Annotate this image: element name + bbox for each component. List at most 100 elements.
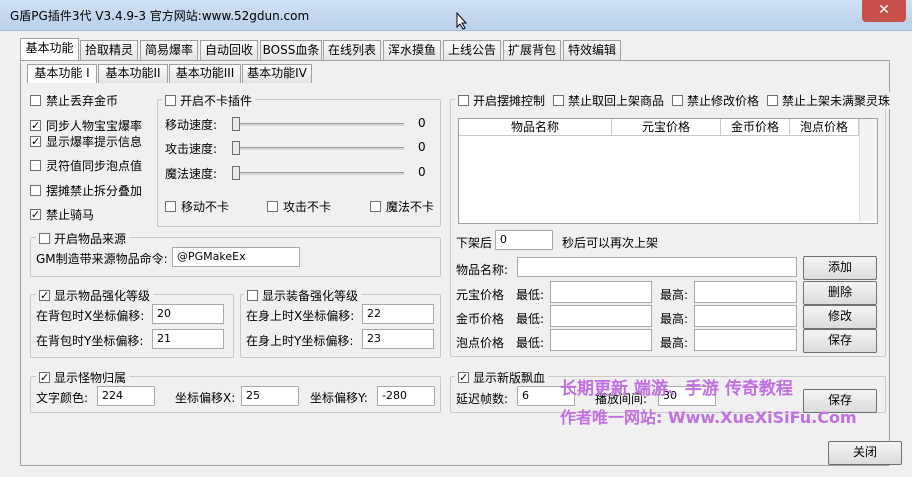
delete-button[interactable]: 删除: [803, 281, 877, 305]
item-name-input[interactable]: [517, 257, 797, 277]
offset-x-label: 坐标偏移X:: [175, 391, 236, 405]
move-speed-label: 移动速度:: [165, 118, 218, 132]
checkbox[interactable]: ✓: [30, 120, 41, 131]
price-label: 泡点价格: [456, 336, 505, 350]
max-label: 最高:: [660, 336, 689, 350]
text-color-input[interactable]: 224: [97, 386, 155, 406]
checkbox[interactable]: [458, 95, 469, 106]
subtab-basic-3[interactable]: 基本功能III: [169, 64, 241, 83]
checkbox[interactable]: [767, 95, 779, 106]
body-y-input[interactable]: 23: [362, 329, 434, 349]
min-label: 最低:: [516, 336, 545, 350]
option-row[interactable]: ✓ 禁止骑马: [30, 206, 94, 223]
checkbox[interactable]: ✓: [30, 136, 41, 147]
attack-speed-slider[interactable]: [232, 147, 404, 150]
column-header[interactable]: 金币价格: [721, 119, 790, 136]
option-label: 同步人物宝宝爆率: [46, 119, 143, 133]
move-speed-slider[interactable]: [232, 123, 404, 126]
checkbox[interactable]: [267, 201, 278, 212]
gm-command-input[interactable]: @PGMakeEx: [172, 247, 300, 267]
tab-recycle[interactable]: 自动回收: [200, 40, 258, 60]
min-input[interactable]: [550, 305, 652, 327]
column-header[interactable]: 泡点价格: [790, 119, 859, 136]
bag-x-label: 在背包时X坐标偏移:: [36, 309, 145, 323]
max-input[interactable]: [694, 281, 797, 303]
checkbox[interactable]: ✓: [458, 372, 469, 383]
min-input[interactable]: [550, 281, 652, 303]
slider-thumb[interactable]: [232, 166, 240, 180]
tab-bossbar[interactable]: BOSS血条: [260, 40, 322, 60]
max-input[interactable]: [694, 305, 797, 327]
tab-basic[interactable]: 基本功能: [20, 38, 79, 61]
min-label: 最低:: [516, 312, 545, 326]
option-row[interactable]: ✓ 同步人物宝宝爆率: [30, 117, 142, 134]
checkbox[interactable]: [30, 160, 41, 171]
subtab-basic-1[interactable]: 基本功能 I: [27, 64, 97, 83]
magic-speed-label: 魔法速度:: [165, 167, 218, 181]
add-button[interactable]: 添加: [803, 256, 877, 280]
bag-y-input[interactable]: 21: [152, 329, 224, 349]
column-header[interactable]: 物品名称: [459, 119, 612, 136]
body-y-label: 在身上时Y坐标偏移:: [246, 334, 354, 348]
checkbox[interactable]: [165, 201, 176, 212]
slider-thumb[interactable]: [232, 117, 240, 131]
modify-button[interactable]: 修改: [803, 305, 877, 329]
tab-effects[interactable]: 特效编辑: [563, 40, 621, 60]
toggle-magic[interactable]: 魔法不卡: [370, 198, 434, 215]
window-close-button[interactable]: ✕: [862, 0, 906, 22]
item-source-legend[interactable]: 开启物品来源: [36, 230, 130, 247]
monster-legend[interactable]: ✓ 显示怪物归属: [36, 369, 130, 386]
offset-x-input[interactable]: 25: [241, 386, 299, 406]
close-button[interactable]: 关闭: [828, 441, 902, 465]
subtab-basic-4[interactable]: 基本功能IV: [242, 64, 312, 83]
checkbox[interactable]: [247, 290, 258, 301]
option-label: 显示爆率提示信息: [46, 135, 143, 149]
checkbox[interactable]: [553, 95, 565, 106]
body-x-input[interactable]: 22: [362, 304, 434, 324]
checkbox[interactable]: [30, 185, 41, 196]
checkbox[interactable]: [30, 95, 41, 106]
checkbox[interactable]: ✓: [30, 209, 41, 220]
blood-legend[interactable]: ✓ 显示新版飘血: [455, 369, 549, 386]
tab-pickup[interactable]: 拾取精灵: [80, 40, 138, 60]
window-title: G盾PG插件3代 V3.4.9-3 官方网站:www.52gdun.com: [10, 9, 310, 23]
tab-bag[interactable]: 扩展背包: [503, 40, 561, 60]
checkbox[interactable]: ✓: [39, 290, 50, 301]
checkbox[interactable]: [370, 201, 381, 212]
max-label: 最高:: [660, 288, 689, 302]
magic-speed-slider[interactable]: [232, 172, 404, 175]
option-row[interactable]: ✓ 显示爆率提示信息: [30, 133, 142, 150]
option-row[interactable]: 摆摊禁止拆分叠加: [30, 182, 142, 199]
option-label: 灵符值同步泡点值: [46, 159, 143, 173]
delay-input[interactable]: 0: [495, 230, 553, 250]
subtab-basic-2[interactable]: 基本功能II: [98, 64, 168, 83]
tab-online[interactable]: 在线列表: [323, 40, 381, 60]
equip-enhance-legend[interactable]: 显示装备强化等级: [244, 287, 362, 304]
checkbox[interactable]: [39, 233, 50, 244]
delay-prefix: 下架后: [456, 236, 493, 250]
save-stall-button[interactable]: 保存: [803, 329, 877, 353]
option-row[interactable]: 禁止丢弃金币: [30, 92, 118, 109]
toggle-move[interactable]: 移动不卡: [165, 198, 229, 215]
bag-x-input[interactable]: 20: [152, 304, 224, 324]
checkbox[interactable]: [672, 95, 684, 106]
max-input[interactable]: [694, 329, 797, 351]
max-label: 最高:: [660, 312, 689, 326]
offset-y-input[interactable]: -280: [377, 386, 435, 406]
checkbox[interactable]: ✓: [39, 372, 50, 383]
tab-announce[interactable]: 上线公告: [443, 40, 501, 60]
min-input[interactable]: [550, 329, 652, 351]
table-scrollbar[interactable]: [859, 119, 877, 221]
slider-thumb[interactable]: [232, 141, 240, 155]
toggle-attack[interactable]: 攻击不卡: [267, 198, 331, 215]
tab-droprate[interactable]: 简易爆率: [140, 40, 198, 60]
item-enhance-legend[interactable]: ✓ 显示物品强化等级: [36, 287, 154, 304]
tab-fishing[interactable]: 浑水摸鱼: [383, 40, 441, 60]
stall-item-table[interactable]: 物品名称 元宝价格 金币价格 泡点价格: [458, 118, 878, 224]
mouse-cursor-icon: [456, 12, 468, 30]
option-row[interactable]: 灵符值同步泡点值: [30, 157, 142, 174]
checkbox[interactable]: [165, 95, 176, 106]
column-header[interactable]: 元宝价格: [612, 119, 721, 136]
min-label: 最低:: [516, 288, 545, 302]
no-lag-legend[interactable]: 开启不卡插件: [162, 92, 256, 109]
